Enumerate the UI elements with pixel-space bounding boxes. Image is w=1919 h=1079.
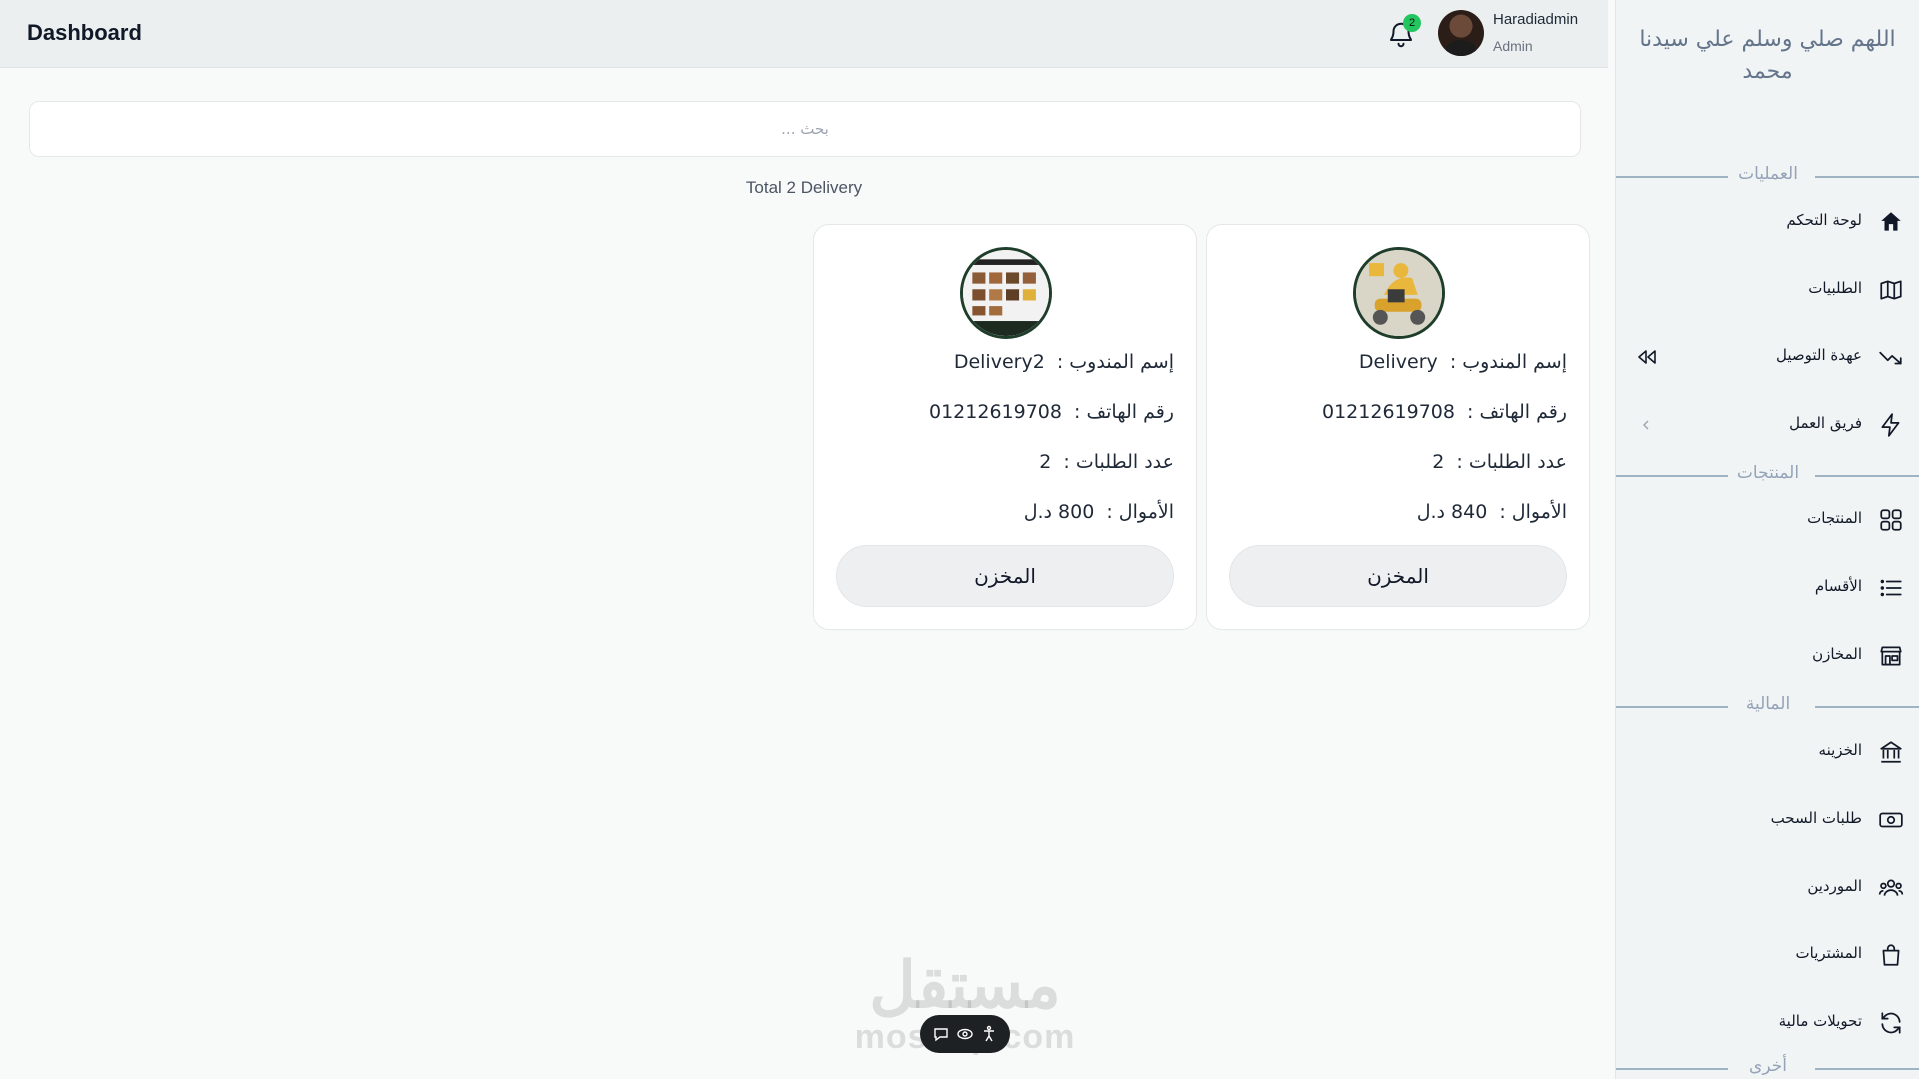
money-row: الأموال : 800 د.ل [836, 501, 1174, 523]
sidebar-item-categories[interactable]: الأقسام [1616, 567, 1919, 607]
section-products: المنتجات [1616, 461, 1919, 491]
orders-value: 2 [1039, 451, 1052, 473]
rewind-icon[interactable] [1636, 348, 1658, 366]
sidebar-item-label: المشتريات [1795, 944, 1862, 962]
top-header: Dashboard 2 Haradiadmin Admin [0, 0, 1608, 68]
delivery-name: Delivery2 [953, 351, 1045, 373]
section-label: المنتجات [1736, 463, 1800, 483]
sidebar-item-label: الطلبيات [1808, 279, 1862, 297]
home-icon [1878, 209, 1904, 235]
page-title: Dashboard [27, 20, 142, 45]
section-other: أخرى [1616, 1054, 1919, 1079]
section-finance: المالية [1616, 692, 1919, 722]
sidebar-item-dashboard[interactable]: لوحة التحكم [1616, 201, 1919, 241]
section-label: المالية [1745, 694, 1791, 714]
chevron-left-icon[interactable] [1636, 416, 1658, 434]
sidebar-item-label: لوحة التحكم [1786, 211, 1862, 229]
delivery-card: إسم المندوب : Delivery2 رقم الهاتف : 012… [813, 224, 1197, 630]
sidebar: اللهم صلي وسلم علي سيدنا محمد العمليات ل… [1615, 0, 1919, 1079]
user-role: Admin [1493, 38, 1533, 54]
warehouse-button[interactable]: المخزن [836, 545, 1174, 607]
users-icon [1878, 875, 1904, 901]
sidebar-brand: اللهم صلي وسلم علي سيدنا محمد [1639, 27, 1896, 84]
phone-row: رقم الهاتف : 01212619708 [1229, 401, 1567, 423]
delivery-card: إسم المندوب : Delivery رقم الهاتف : 0121… [1206, 224, 1590, 630]
money-value: 800 د.ل [1023, 501, 1095, 523]
sidebar-item-label: المنتجات [1807, 509, 1862, 527]
sidebar-item-warehouses[interactable]: المخازن [1616, 635, 1919, 675]
sidebar-item-label: الموردين [1807, 877, 1862, 895]
sidebar-item-treasury[interactable]: الخزينه [1616, 731, 1919, 771]
phone-row: رقم الهاتف : 01212619708 [836, 401, 1174, 423]
name-label: إسم المندوب : [1449, 351, 1567, 373]
sidebar-item-transfers[interactable]: تحويلات مالية [1616, 1002, 1919, 1042]
delivery-name: Delivery [1358, 351, 1438, 373]
section-label: أخرى [1749, 1056, 1787, 1076]
sidebar-item-suppliers[interactable]: الموردين [1616, 867, 1919, 907]
orders-value: 2 [1432, 451, 1445, 473]
user-name[interactable]: Haradiadmin [1493, 11, 1578, 28]
bag-icon [1878, 942, 1904, 968]
watermark-arabic: مستقل [869, 949, 1061, 1021]
grid-icon [1878, 507, 1904, 533]
orders-row: عدد الطلبات : 2 [836, 451, 1174, 473]
sidebar-item-products[interactable]: المنتجات [1616, 499, 1919, 539]
cash-icon [1878, 807, 1904, 833]
phone-value: 01212619708 [929, 401, 1062, 423]
sidebar-item-orders[interactable]: الطلبيات [1616, 269, 1919, 309]
delivery-photo [1353, 247, 1445, 339]
bank-icon [1878, 739, 1904, 765]
comment-icon[interactable] [932, 1025, 950, 1043]
money-label: الأموال : [1106, 501, 1174, 523]
warehouse-button[interactable]: المخزن [1229, 545, 1567, 607]
delivery-name-row: إسم المندوب : Delivery2 [836, 351, 1174, 373]
section-label: العمليات [1738, 164, 1798, 184]
list-icon [1878, 575, 1904, 601]
name-label: إسم المندوب : [1056, 351, 1174, 373]
search-input[interactable] [30, 102, 1580, 156]
accessibility-icon[interactable] [980, 1025, 998, 1043]
sidebar-item-withdrawals[interactable]: طلبات السحب [1616, 799, 1919, 839]
sidebar-item-label: عهدة التوصيل [1775, 346, 1862, 364]
map-icon [1878, 277, 1904, 303]
orders-label: عدد الطلبات : [1063, 451, 1174, 473]
money-value: 840 د.ل [1416, 501, 1488, 523]
sidebar-item-purchases[interactable]: المشتريات [1616, 934, 1919, 974]
sidebar-item-label: الخزينه [1818, 741, 1862, 759]
money-row: الأموال : 840 د.ل [1229, 501, 1567, 523]
store-icon [1878, 643, 1904, 669]
refresh-icon [1878, 1010, 1904, 1036]
sidebar-item-delivery-custody[interactable]: عهدة التوصيل [1616, 336, 1919, 376]
sidebar-item-label: المخازن [1812, 645, 1862, 663]
delivery-photo [960, 247, 1052, 339]
notification-badge: 2 [1403, 14, 1421, 32]
search-box[interactable] [29, 101, 1581, 157]
sidebar-item-label: طلبات السحب [1770, 809, 1862, 827]
phone-value: 01212619708 [1322, 401, 1455, 423]
bolt-icon [1878, 412, 1904, 438]
avatar[interactable] [1438, 10, 1484, 56]
phone-label: رقم الهاتف : [1074, 401, 1174, 423]
orders-row: عدد الطلبات : 2 [1229, 451, 1567, 473]
orders-label: عدد الطلبات : [1456, 451, 1567, 473]
eye-icon[interactable] [956, 1025, 974, 1043]
trend-down-icon [1878, 344, 1904, 370]
money-label: الأموال : [1499, 501, 1567, 523]
sidebar-item-label: فريق العمل [1789, 414, 1862, 432]
sidebar-item-label: تحويلات مالية [1778, 1012, 1862, 1030]
delivery-name-row: إسم المندوب : Delivery [1229, 351, 1567, 373]
section-operations: العمليات [1616, 162, 1919, 192]
floating-toolbar [920, 1015, 1010, 1053]
phone-label: رقم الهاتف : [1467, 401, 1567, 423]
sidebar-item-team[interactable]: فريق العمل [1616, 404, 1919, 444]
total-count: Total 2 Delivery [745, 178, 863, 197]
sidebar-item-label: الأقسام [1814, 577, 1862, 595]
